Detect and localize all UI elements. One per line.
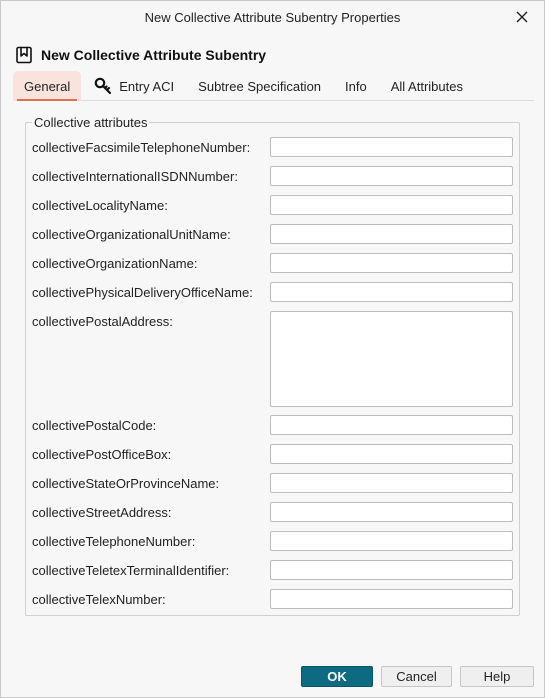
field-label: collectivePhysicalDeliveryOfficeName: — [32, 285, 253, 300]
physical-delivery-office-name-input[interactable] — [270, 282, 513, 302]
tab-label: Entry ACI — [119, 78, 175, 94]
group-legend: Collective attributes — [32, 115, 150, 130]
tab-all-attributes[interactable]: All Attributes — [380, 71, 474, 101]
telephone-number-input[interactable] — [270, 531, 513, 551]
postal-code-input[interactable] — [270, 415, 513, 435]
field-label: collectivePostalCode: — [32, 418, 157, 433]
tab-label: General — [24, 78, 71, 94]
close-button[interactable] — [500, 1, 544, 33]
collective-attributes-group: Collective attributes collectiveFacsimil… — [25, 116, 520, 616]
bookmark-icon — [16, 46, 32, 64]
ok-button[interactable]: OK — [301, 666, 373, 687]
post-office-box-input[interactable] — [270, 444, 513, 464]
field-label: collectiveTeletexTerminalIdentifier: — [32, 563, 230, 578]
organizational-unit-name-input[interactable] — [270, 224, 513, 244]
telex-number-input[interactable] — [270, 589, 513, 609]
field-label: collectiveInternationalISDNNumber: — [32, 169, 238, 184]
key-icon — [94, 77, 112, 95]
title-bar: New Collective Attribute Subentry Proper… — [1, 1, 544, 33]
tab-label: Subtree Specification — [198, 78, 322, 94]
field-label: collectiveLocalityName: — [32, 198, 168, 213]
field-label: collectiveTelexNumber: — [32, 592, 166, 607]
tab-label: All Attributes — [390, 78, 463, 94]
field-label: collectiveStreetAddress: — [32, 505, 172, 520]
cancel-button[interactable]: Cancel — [381, 666, 452, 687]
field-label: collectiveOrganizationalUnitName: — [32, 227, 231, 242]
international-isdn-number-input[interactable] — [270, 166, 513, 186]
window-title: New Collective Attribute Subentry Proper… — [144, 10, 401, 25]
field-label: collectiveTelephoneNumber: — [32, 534, 196, 549]
dialog-window: New Collective Attribute Subentry Proper… — [0, 0, 545, 698]
dialog-header: New Collective Attribute Subentry — [15, 45, 266, 65]
tab-bar: General Entry ACI Subtree Specification … — [13, 71, 534, 101]
postal-address-textarea[interactable] — [270, 311, 513, 407]
field-label: collectivePostalAddress: — [32, 314, 173, 329]
field-label: collectiveStateOrProvinceName: — [32, 476, 220, 491]
facsimile-telephone-number-input[interactable] — [270, 137, 513, 157]
tab-general[interactable]: General — [13, 71, 82, 101]
locality-name-input[interactable] — [270, 195, 513, 215]
field-label: collectivePostOfficeBox: — [32, 447, 172, 462]
field-label: collectiveFacsimileTelephoneNumber: — [32, 140, 251, 155]
tab-info[interactable]: Info — [334, 71, 378, 101]
street-address-input[interactable] — [270, 502, 513, 522]
tab-label: Info — [345, 78, 367, 94]
teletex-terminal-identifier-input[interactable] — [270, 560, 513, 580]
field-label: collectiveOrganizationName: — [32, 256, 198, 271]
tab-subtree-specification[interactable]: Subtree Specification — [187, 71, 332, 101]
state-or-province-name-input[interactable] — [270, 473, 513, 493]
dialog-heading: New Collective Attribute Subentry — [41, 47, 267, 63]
tab-entry-aci[interactable]: Entry ACI — [83, 71, 185, 101]
organization-name-input[interactable] — [270, 253, 513, 273]
help-button[interactable]: Help — [460, 666, 534, 687]
close-icon — [516, 11, 528, 23]
